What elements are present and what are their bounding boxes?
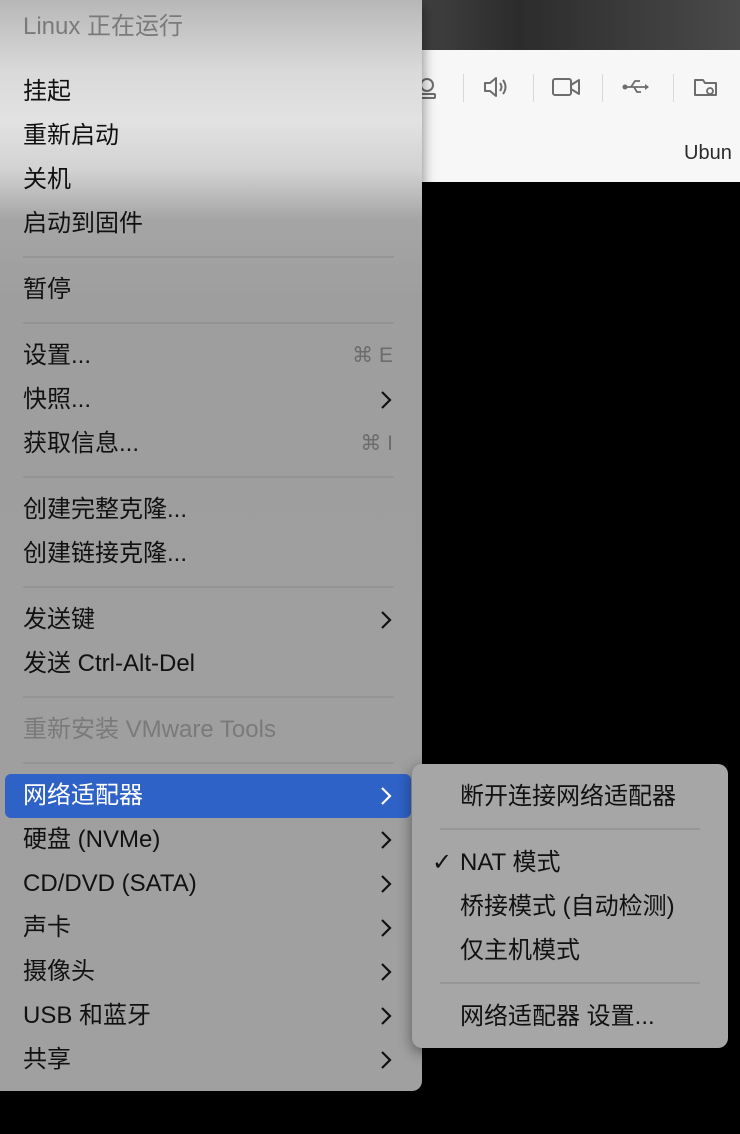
menu-separator xyxy=(440,982,700,984)
menu-item-label: 网络适配器 xyxy=(23,782,143,809)
submenu-item-bridged-mode[interactable]: 桥接模式 (自动检测) xyxy=(412,885,728,929)
network-adapter-submenu: 断开连接网络适配器 ✓ NAT 模式 桥接模式 (自动检测) 仅主机模式 网络适… xyxy=(412,764,728,1048)
menu-item-label: 发送键 xyxy=(23,606,95,633)
menu-item-suspend[interactable]: 挂起 xyxy=(5,70,411,114)
submenu-item-disconnect[interactable]: 断开连接网络适配器 xyxy=(412,775,728,819)
chevron-right-icon xyxy=(381,1051,392,1069)
menu-item-full-clone[interactable]: 创建完整克隆... xyxy=(5,488,411,532)
menu-separator xyxy=(23,256,394,258)
menu-item-label: 硬盘 (NVMe) xyxy=(23,826,161,853)
keyboard-shortcut: ⌘ I xyxy=(360,432,393,455)
toolbar-divider xyxy=(463,74,464,102)
chevron-right-icon xyxy=(381,1007,392,1025)
vm-tab-label[interactable]: Ubun xyxy=(684,142,732,165)
menu-item-usb-bluetooth[interactable]: USB 和蓝牙 xyxy=(5,994,411,1038)
menu-item-label: 共享 xyxy=(23,1046,71,1073)
submenu-item-nat-mode[interactable]: ✓ NAT 模式 xyxy=(412,841,728,885)
toolbar-divider xyxy=(673,74,674,102)
menu-separator xyxy=(440,828,700,830)
menu-item-boot-firmware[interactable]: 启动到固件 xyxy=(5,202,411,246)
menu-item-reinstall-tools: 重新安装 VMware Tools xyxy=(23,716,276,743)
menu-item-get-info[interactable]: 获取信息... ⌘ I xyxy=(5,422,411,466)
chevron-right-icon xyxy=(381,963,392,981)
menu-separator xyxy=(23,586,394,588)
menu-separator xyxy=(23,696,394,698)
chevron-right-icon xyxy=(381,611,392,629)
menu-item-label: NAT 模式 xyxy=(460,849,561,876)
menu-item-camera[interactable]: 摄像头 xyxy=(5,950,411,994)
menu-item-hard-disk[interactable]: 硬盘 (NVMe) xyxy=(5,818,411,862)
chevron-right-icon xyxy=(381,875,392,893)
menu-item-send-ctrl-alt-del[interactable]: 发送 Ctrl-Alt-Del xyxy=(5,642,411,686)
menu-item-label: USB 和蓝牙 xyxy=(23,1002,152,1029)
video-camera-icon[interactable] xyxy=(551,72,581,102)
chevron-right-icon xyxy=(381,391,392,409)
menu-item-cd-dvd[interactable]: CD/DVD (SATA) xyxy=(5,862,411,906)
menu-separator xyxy=(23,322,394,324)
menu-item-shutdown[interactable]: 关机 xyxy=(5,158,411,202)
menu-item-label: 获取信息... xyxy=(23,430,140,457)
virtual-machine-menu: Linux 正在运行 挂起 重新启动 关机 启动到固件 暂停 设置... ⌘ E… xyxy=(0,0,422,1091)
menu-separator xyxy=(23,762,394,764)
menu-item-linked-clone[interactable]: 创建链接克隆... xyxy=(5,532,411,576)
speaker-icon[interactable] xyxy=(481,72,511,102)
menu-item-label: CD/DVD (SATA) xyxy=(23,870,197,897)
chevron-right-icon xyxy=(381,919,392,937)
menu-item-sharing[interactable]: 共享 xyxy=(5,1038,411,1082)
menu-separator xyxy=(23,476,394,478)
menu-item-settings[interactable]: 设置... ⌘ E xyxy=(5,334,411,378)
menu-item-network-adapter[interactable]: 网络适配器 xyxy=(5,774,411,818)
menu-item-sound-card[interactable]: 声卡 xyxy=(5,906,411,950)
submenu-item-adapter-settings[interactable]: 网络适配器 设置... xyxy=(412,995,728,1039)
menu-item-snapshots[interactable]: 快照... xyxy=(5,378,411,422)
menu-item-label: 设置... xyxy=(23,342,92,369)
chevron-right-icon xyxy=(381,831,392,849)
keyboard-shortcut: ⌘ E xyxy=(352,344,393,367)
menu-item-status: Linux 正在运行 xyxy=(23,13,184,40)
menu-item-pause[interactable]: 暂停 xyxy=(5,268,411,312)
toolbar-divider xyxy=(533,74,534,102)
menu-item-label: 摄像头 xyxy=(23,958,95,985)
chevron-right-icon xyxy=(381,787,392,805)
usb-icon[interactable] xyxy=(621,72,651,102)
checkmark-icon: ✓ xyxy=(432,849,453,876)
toolbar-divider xyxy=(602,74,603,102)
menu-item-label: 快照... xyxy=(23,386,92,413)
shared-folder-icon[interactable] xyxy=(692,72,722,102)
submenu-item-host-only[interactable]: 仅主机模式 xyxy=(412,929,728,973)
menu-item-label: 声卡 xyxy=(23,914,71,941)
menu-item-restart[interactable]: 重新启动 xyxy=(5,114,411,158)
menu-item-send-key[interactable]: 发送键 xyxy=(5,598,411,642)
